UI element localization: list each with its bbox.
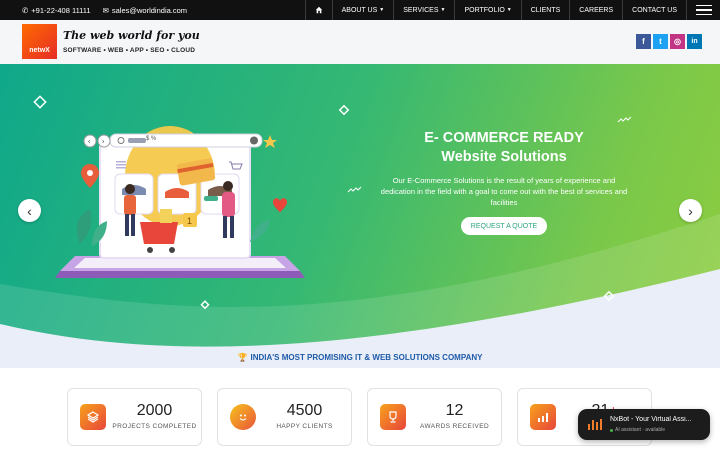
social-links: f t ◎ in — [636, 34, 702, 49]
caret-down-icon: ▼ — [379, 7, 385, 13]
smiley-icon — [230, 404, 256, 430]
strip-text: INDIA'S MOST PROMISING IT & WEB SOLUTION… — [250, 352, 483, 362]
phone-number: +91-22-408 11111 — [31, 5, 91, 15]
stat-number: 12 — [445, 402, 464, 419]
hero-title-line1: E- COMMERCE READY — [424, 130, 584, 146]
stat-label: AWARDS RECEIVED — [419, 423, 490, 430]
chevron-left-icon: ‹ — [27, 202, 32, 219]
email-address: sales@worldindia.com — [111, 5, 188, 15]
caret-down-icon: ▼ — [440, 7, 446, 13]
chat-title: NxBot - Your Virtual Assi... — [610, 416, 692, 423]
request-quote-button[interactable]: REQUEST A QUOTE — [461, 217, 547, 235]
nav-careers[interactable]: CAREERS — [569, 0, 622, 20]
contact-info: ✆ +91-22-408 11111 ✉ sales@worldindia.co… — [22, 0, 187, 20]
trophy-icon — [380, 404, 406, 430]
slider-next-button[interactable]: › — [679, 199, 702, 222]
instagram-icon[interactable]: ◎ — [670, 34, 685, 49]
nav-services[interactable]: SERVICES ▼ — [393, 0, 454, 20]
hero-slider: ‹ › 1 $ % E- COMMERCE READY Website Solu… — [0, 64, 720, 368]
audio-bars-icon — [588, 419, 602, 430]
svg-text:1: 1 — [187, 216, 192, 226]
nav-about-us-label: ABOUT US — [341, 6, 378, 14]
stat-card-clients: 4500 HAPPY CLIENTS — [217, 388, 352, 446]
stat-card-projects: 2000 PROJECTS COMPLETED — [67, 388, 202, 446]
linkedin-icon[interactable]: in — [687, 34, 702, 49]
hero-background-art: ‹ › 1 — [0, 95, 720, 368]
ecommerce-illustration: ‹ › 1 — [55, 126, 305, 278]
hamburger-menu-icon[interactable] — [686, 0, 720, 20]
home-icon — [315, 6, 322, 14]
nav-contact-us[interactable]: CONTACT US — [622, 0, 686, 20]
logo-text: netwX — [29, 47, 50, 54]
nav-careers-label: CAREERS — [579, 6, 614, 14]
nav-clients-label: CLIENTS — [530, 6, 561, 14]
services-line: SOFTWARE • WEB • APP • SEO • CLOUD — [63, 47, 196, 54]
top-bar: ✆ +91-22-408 11111 ✉ sales@worldindia.co… — [0, 0, 720, 20]
nav-portfolio[interactable]: PORTFOLIO ▼ — [454, 0, 520, 20]
site-header: netwX The web world for you SOFTWARE • W… — [0, 20, 720, 64]
phone-icon: ✆ — [22, 5, 29, 15]
growth-icon — [530, 404, 556, 430]
nav-about-us[interactable]: ABOUT US ▼ — [331, 0, 394, 20]
stat-card-awards: 12 AWARDS RECEIVED — [367, 388, 502, 446]
chatbot-widget[interactable]: NxBot - Your Virtual Assi... AI assistan… — [578, 409, 710, 440]
phone-link[interactable]: ✆ +91-22-408 11111 — [22, 6, 91, 15]
hero-title-line2: Website Solutions — [441, 149, 567, 165]
main-nav: ABOUT US ▼ SERVICES ▼ PORTFOLIO ▼ CLIENTS C… — [304, 0, 720, 20]
slider-prev-button[interactable]: ‹ — [18, 199, 41, 222]
stat-number: 2000 — [136, 402, 173, 419]
layers-icon — [80, 404, 106, 430]
illustration-search-text: $ % — [146, 136, 157, 142]
stat-label: HAPPY CLIENTS — [276, 423, 333, 430]
nav-portfolio-label: PORTFOLIO — [464, 6, 505, 14]
nav-services-label: SERVICES — [403, 6, 439, 14]
hero-description: Our E-Commerce Solutions is the result o… — [380, 176, 628, 207]
caret-down-icon: ▼ — [506, 7, 512, 13]
stat-label: PROJECTS COMPLETED — [112, 423, 197, 430]
stat-number: 4500 — [286, 402, 323, 419]
chat-status: AI assistant · available — [610, 427, 665, 433]
nav-contact-us-label: CONTACT US — [632, 6, 677, 14]
chat-status-text: AI assistant · available — [615, 427, 666, 433]
nav-home[interactable] — [304, 0, 332, 20]
email-link[interactable]: ✉ sales@worldindia.com — [103, 6, 187, 15]
envelope-icon: ✉ — [102, 5, 109, 15]
chevron-right-icon: › — [688, 202, 693, 219]
nav-clients[interactable]: CLIENTS — [520, 0, 570, 20]
twitter-icon[interactable]: t — [653, 34, 668, 49]
facebook-icon[interactable]: f — [636, 34, 651, 49]
tagline-strip: 🏆 INDIA'S MOST PROMISING IT & WEB SOLUTI… — [0, 346, 720, 368]
status-dot-icon — [610, 428, 613, 432]
company-logo[interactable]: netwX — [22, 24, 57, 59]
trophy-icon: 🏆 — [237, 352, 248, 362]
tagline: The web world for you — [63, 29, 200, 42]
